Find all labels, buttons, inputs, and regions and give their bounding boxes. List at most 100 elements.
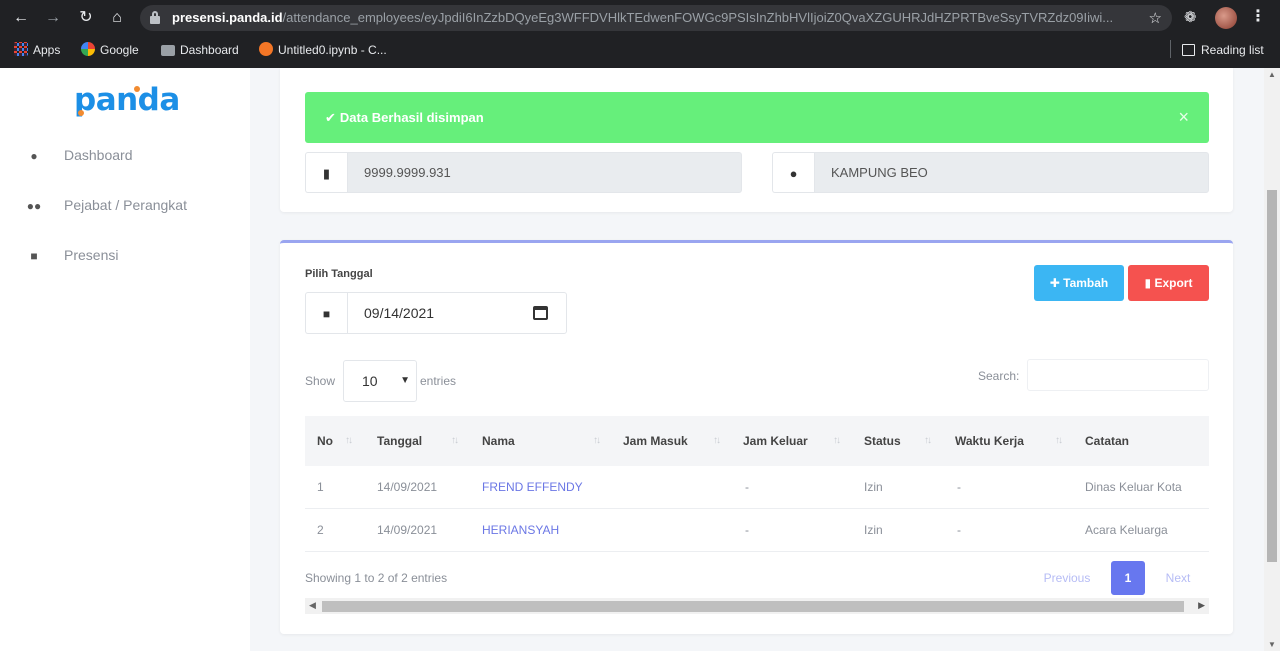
forward-arrow-icon[interactable]: → [42,7,64,29]
bookmark-label: Apps [33,43,61,57]
sidebar-item-label: Presensi [64,247,119,263]
sort-icon[interactable]: ↑↓ [924,416,932,466]
lock-icon [150,11,160,24]
bookmark-label: Untitled0.ipynb - C... [278,43,387,57]
cell-nama-link[interactable]: FREND EFFENDY [482,466,583,509]
calendar-icon: ■ [305,292,347,334]
cell-no: 2 [317,523,324,537]
cell-catatan: Acara Keluarga [1085,523,1168,537]
date-label: Pilih Tanggal [305,268,373,280]
column-header-nama[interactable]: Nama [482,416,515,466]
url-text[interactable]: presensi.panda.id/attendance_employees/e… [172,10,1132,25]
sidebar-item-dashboard[interactable]: ● Dashboard [26,143,133,167]
cell-tanggal: 14/09/2021 [377,523,438,537]
reading-list[interactable]: Reading list [1182,41,1264,59]
check-icon: ✔ [325,110,336,125]
bookmark-apps[interactable]: Apps [14,41,60,59]
panda-logo[interactable]: panda [74,82,180,118]
export-button-label: Export [1154,276,1193,290]
page-size-select[interactable]: 10 ▼ [343,360,417,402]
reload-icon[interactable]: ↻ [75,7,97,29]
sort-icon[interactable]: ↑↓ [451,416,459,466]
sidebar-item-presensi[interactable]: ■ Presensi [26,243,118,267]
sort-icon[interactable]: ↑↓ [713,416,721,466]
table-row: 2 14/09/2021 HERIANSYAH - Izin - Acara K… [305,509,1209,552]
column-header-no[interactable]: No [317,416,333,466]
bookmark-notebook[interactable]: Untitled0.ipynb - C... [259,41,387,59]
url-path: /attendance_employees/eyJpdiI6InZzbDQyeE… [282,10,1114,25]
calendar-picker-icon[interactable] [533,306,548,320]
browser-menu-icon[interactable]: ⋮ [1250,6,1266,26]
sidebar-item-label: Dashboard [64,147,133,163]
sidebar-item-pejabat[interactable]: ●● Pejabat / Perangkat [26,193,187,217]
plus-circle-icon: ✚ [1049,276,1060,290]
export-button[interactable]: ▮ Export [1128,265,1209,301]
jupyter-icon [259,42,273,56]
scroll-right-icon[interactable]: ▶ [1198,600,1205,611]
page-size-value: 10 [362,373,378,389]
logo-text: panda [74,82,180,118]
home-icon[interactable]: ⌂ [106,7,128,29]
date-input[interactable]: 09/14/2021 [347,292,567,334]
sort-icon[interactable]: ↑↓ [345,416,353,466]
column-header-tanggal[interactable]: Tanggal [377,416,422,466]
sidebar-item-label: Pejabat / Perangkat [64,197,187,213]
column-header-waktu-kerja[interactable]: Waktu Kerja [955,416,1024,466]
back-arrow-icon[interactable]: ← [10,7,32,29]
address-bar[interactable]: presensi.panda.id/attendance_employees/e… [140,5,1172,31]
pagination-previous[interactable]: Previous [1030,561,1104,595]
table-info: Showing 1 to 2 of 2 entries [305,571,448,585]
cell-jam-keluar: - [745,523,749,537]
google-icon [81,42,95,56]
map-marker-icon: ● [772,152,814,193]
apps-grid-icon [14,42,28,56]
fire-icon: ● [30,149,38,163]
pagination-page-1[interactable]: 1 [1111,561,1145,595]
column-header-catatan[interactable]: Catatan [1085,416,1129,466]
column-header-status[interactable]: Status [864,416,901,466]
scroll-up-icon[interactable]: ▲ [1268,70,1276,79]
file-icon: ▮ [305,152,347,193]
scroll-left-icon[interactable]: ◀ [309,600,316,611]
cell-jam-keluar: - [745,480,749,494]
sort-icon[interactable]: ↑↓ [593,416,601,466]
reading-list-label: Reading list [1201,43,1264,57]
cell-status: Izin [864,480,883,494]
scroll-down-icon[interactable]: ▼ [1268,640,1276,649]
file-pdf-icon: ▮ [1144,276,1152,290]
vertical-scrollbar[interactable]: ▲ ▼ [1264,68,1280,651]
column-header-jam-masuk[interactable]: Jam Masuk [623,416,688,466]
scrollbar-thumb[interactable] [1267,190,1277,562]
cell-waktu-kerja: - [957,480,961,494]
cell-waktu-kerja: - [957,523,961,537]
sort-icon[interactable]: ↑↓ [833,416,841,466]
date-picker-group: ■ 09/14/2021 [305,292,567,334]
bookmark-dashboard[interactable]: Dashboard [161,41,239,59]
horizontal-scrollbar[interactable]: ◀ ▶ [305,598,1209,614]
column-header-jam-keluar[interactable]: Jam Keluar [743,416,808,466]
sidebar: panda ● Dashboard ●● Pejabat / Perangkat ■… [0,68,250,651]
cell-catatan: Dinas Keluar Kota [1085,480,1182,494]
url-host: presensi.panda.id [172,10,283,25]
add-button[interactable]: ✚ Tambah [1034,265,1124,301]
search-label: Search: [978,369,1020,383]
clipboard-icon: ■ [30,249,38,263]
alert-message: Data Berhasil disimpan [339,110,484,125]
profile-avatar[interactable] [1215,7,1237,29]
scrollbar-thumb[interactable] [322,601,1184,612]
close-icon[interactable]: × [1178,92,1189,143]
cell-tanggal: 14/09/2021 [377,480,438,494]
extensions-puzzle-icon[interactable]: ❁ [1184,8,1197,26]
sort-icon[interactable]: ↑↓ [1055,416,1063,466]
bookmark-google[interactable]: Google [81,41,139,59]
cell-nama-link[interactable]: HERIANSYAH [482,509,559,552]
add-button-label: Tambah [1063,276,1109,290]
pagination-next[interactable]: Next [1153,561,1203,595]
table-row: 1 14/09/2021 FREND EFFENDY - Izin - Dina… [305,466,1209,509]
chevron-down-icon: ▼ [400,375,410,386]
logo-dot [78,110,84,116]
bookmark-star-icon[interactable]: ☆ [1149,9,1162,27]
village-field: KAMPUNG BEO [814,152,1209,193]
search-input[interactable] [1027,359,1209,391]
bookmark-label: Google [100,43,139,57]
